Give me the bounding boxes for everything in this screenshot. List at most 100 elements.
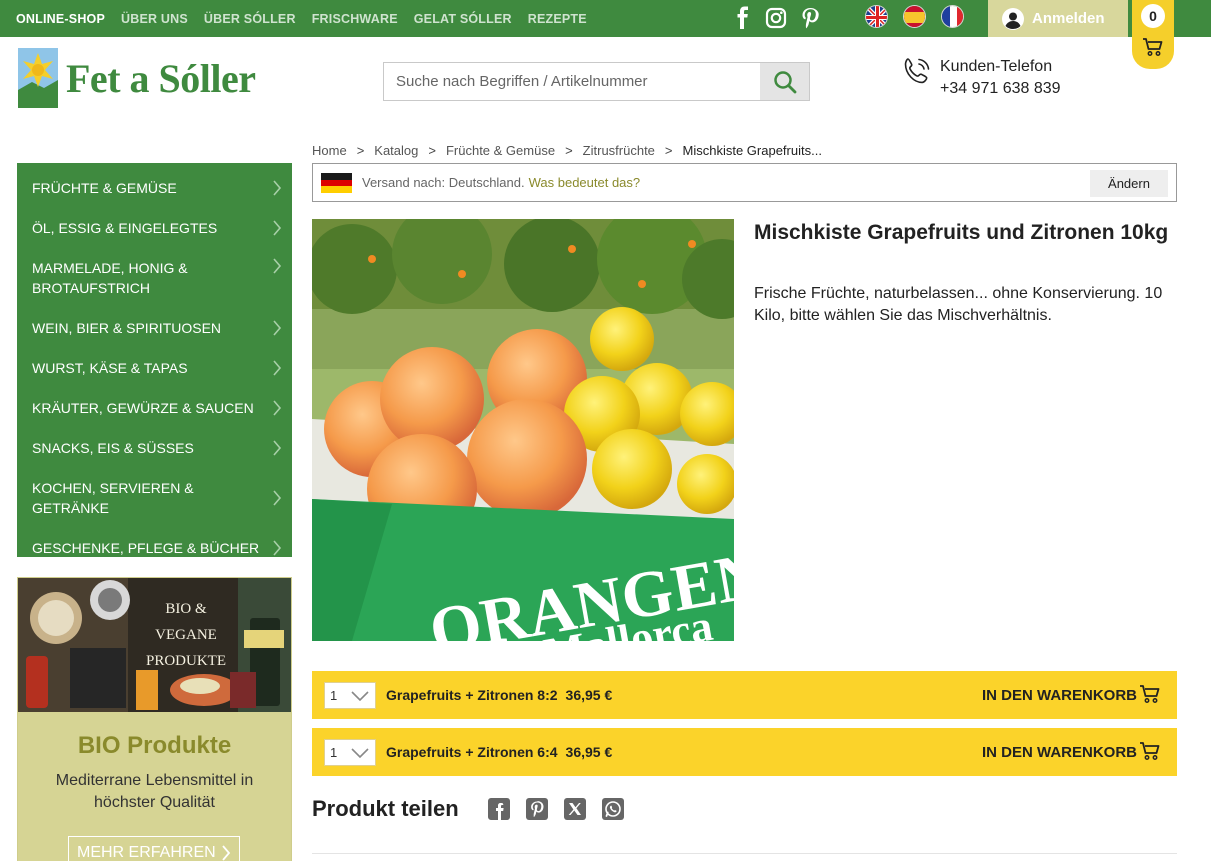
shipping-country-bar: Versand nach: Deutschland. Was bedeutet … [312, 163, 1177, 202]
change-country-button[interactable]: Ändern [1090, 170, 1168, 197]
cart-icon [1143, 38, 1163, 56]
login-label: Anmelden [1032, 10, 1105, 27]
sidebar-item-label: MARMELADE, HONIG & BROTAUFSTRICH [32, 260, 188, 296]
quantity-value: 1 [330, 687, 338, 703]
shipping-text: Versand nach: Deutschland. [362, 175, 525, 190]
chevron-right-icon [273, 360, 282, 376]
x-twitter-icon[interactable] [563, 797, 587, 821]
breadcrumb-separator: > [664, 143, 673, 158]
variant-row: 1 Grapefruits + Zitronen 6:4 36,95 € IN … [312, 728, 1177, 776]
logo-flower-icon [18, 48, 58, 108]
bio-promo-image: BIO & VEGANE PRODUKTE [18, 578, 291, 712]
quantity-select[interactable]: 1 [324, 681, 376, 709]
add-to-cart-button[interactable]: IN DEN WARENKORB [982, 744, 1137, 761]
bio-promo-title: BIO Produkte [77, 732, 232, 759]
phone-icon [904, 58, 930, 84]
topnav-ueber-soller[interactable]: ÜBER SÓLLER [204, 12, 296, 26]
shipping-info-link[interactable]: Was bedeutet das? [529, 175, 641, 190]
more-info-button[interactable]: MEHR ERFAHREN [68, 836, 240, 861]
chevron-right-icon [273, 540, 282, 556]
topnav-online-shop[interactable]: ONLINE-SHOP [16, 12, 105, 26]
flag-spain-icon[interactable] [903, 5, 926, 28]
phone-title: Kunden-Telefon [940, 58, 1053, 75]
bio-promo-text: Mediterrane Lebensmittel in höchster Qua… [55, 772, 254, 811]
sidebar-item-marmelade-honig[interactable]: MARMELADE, HONIG & BROTAUFSTRICH [17, 248, 292, 308]
top-navigation: ONLINE-SHOP ÜBER UNS ÜBER SÓLLER FRISCHW… [8, 0, 595, 37]
chevron-right-icon [273, 490, 282, 506]
product-title: Mischkiste Grapefruits und Zitronen 10kg [754, 221, 1169, 244]
more-info-label: MEHR ERFAHREN [77, 844, 216, 861]
breadcrumb-separator: > [428, 143, 436, 158]
breadcrumb-fruechte-gemuese[interactable]: Früchte & Gemüse [446, 143, 555, 158]
sidebar-item-wurst-kaese[interactable]: WURST, KÄSE & TAPAS [17, 348, 292, 388]
chevron-right-icon [273, 180, 282, 196]
instagram-icon[interactable] [764, 6, 788, 30]
add-to-cart-button[interactable]: IN DEN WARENKORB [982, 687, 1137, 704]
sidebar-item-kochen-servieren[interactable]: KOCHEN, SERVIEREN & GETRÄNKE [17, 468, 292, 528]
cart-icon[interactable] [1139, 741, 1161, 761]
flag-france-icon[interactable] [941, 5, 964, 28]
sidebar-item-label: KOCHEN, SERVIEREN & GETRÄNKE [32, 480, 194, 516]
flag-uk-icon[interactable] [865, 5, 888, 28]
variant-price: 36,95 € [565, 744, 613, 760]
variant-row: 1 Grapefruits + Zitronen 8:2 36,95 € IN … [312, 671, 1177, 719]
breadcrumb: Home > Katalog > Früchte & Gemüse > Zitrusf… [312, 143, 832, 158]
phone-number: +34 971 638 839 [940, 80, 1061, 97]
divider [312, 853, 1177, 854]
pinterest-icon[interactable] [525, 797, 549, 821]
top-bar: ONLINE-SHOP ÜBER UNS ÜBER SÓLLER FRISCHW… [0, 0, 1211, 37]
sidebar-item-kraeuter-gewuerze[interactable]: KRÄUTER, GEWÜRZE & SAUCEN [17, 388, 292, 428]
sidebar-item-label: WEIN, BIER & SPIRITUOSEN [32, 320, 222, 336]
sidebar-item-label: SNACKS, EIS & SÜSSES [32, 440, 194, 456]
sidebar-item-label: FRÜCHTE & GEMÜSE [32, 180, 177, 196]
cart-icon[interactable] [1139, 684, 1161, 704]
chevron-right-icon [273, 400, 282, 416]
share-label: Produkt teilen [312, 796, 459, 821]
product-image[interactable]: ORANGEN de Mallorca [312, 219, 734, 641]
whatsapp-icon[interactable] [601, 797, 625, 821]
topnav-frischware[interactable]: FRISCHWARE [312, 12, 398, 26]
chevron-down-icon [351, 690, 369, 701]
breadcrumb-current: Mischkiste Grapefruits... [682, 143, 822, 158]
facebook-icon[interactable] [487, 797, 511, 821]
sidebar-item-oel-essig[interactable]: ÖL, ESSIG & EINGELEGTES [17, 208, 292, 248]
variant-price: 36,95 € [565, 687, 613, 703]
sidebar-item-fruechte-gemuese[interactable]: FRÜCHTE & GEMÜSE [17, 168, 292, 208]
sidebar-item-label: GESCHENKE, PFLEGE & BÜCHER [32, 540, 260, 556]
chevron-right-icon [273, 440, 282, 456]
pinterest-icon[interactable] [798, 6, 822, 30]
breadcrumb-zitrusfruechte[interactable]: Zitrusfrüchte [583, 143, 655, 158]
search-input[interactable] [384, 63, 760, 100]
share-section: Produkt teilen [312, 796, 625, 822]
topnav-gelat-soller[interactable]: GELAT SÓLLER [414, 12, 512, 26]
login-button[interactable]: Anmelden [988, 0, 1128, 37]
bio-promo-image-caption: BIO & VEGANE PRODUKTE [145, 601, 226, 669]
cart-count: 0 [1141, 4, 1165, 28]
facebook-icon[interactable] [731, 6, 755, 30]
sidebar-item-geschenke-pflege[interactable]: GESCHENKE, PFLEGE & BÜCHER [17, 528, 292, 568]
bio-promo-box: BIO & VEGANE PRODUKTE BIO Produkte Medit… [17, 577, 292, 861]
customer-phone[interactable]: Kunden-Telefon +34 971 638 839 [902, 56, 1061, 100]
sidebar-item-wein-bier[interactable]: WEIN, BIER & SPIRITUOSEN [17, 308, 292, 348]
quantity-value: 1 [330, 744, 338, 760]
variant-name: Grapefruits + Zitronen 8:2 [386, 687, 558, 703]
chevron-right-icon [222, 845, 231, 861]
breadcrumb-home[interactable]: Home [312, 143, 347, 158]
breadcrumb-separator: > [565, 143, 573, 158]
logo[interactable]: Fet a Sóller [18, 47, 256, 109]
logo-text: Fet a Sóller [66, 55, 256, 101]
quantity-select[interactable]: 1 [324, 738, 376, 766]
chevron-right-icon [273, 320, 282, 336]
search-bar [383, 62, 810, 101]
product-description: Frische Früchte, naturbelassen... ohne K… [754, 285, 1163, 324]
user-icon [1002, 7, 1024, 30]
topnav-ueber-uns[interactable]: ÜBER UNS [121, 12, 188, 26]
search-icon [773, 70, 796, 93]
sidebar-item-label: WURST, KÄSE & TAPAS [32, 360, 188, 376]
search-button[interactable] [760, 63, 809, 100]
breadcrumb-katalog[interactable]: Katalog [374, 143, 418, 158]
flag-germany-icon [321, 172, 352, 193]
cart-button[interactable]: 0 [1132, 0, 1174, 69]
topnav-rezepte[interactable]: REZEPTE [528, 12, 587, 26]
sidebar-item-snacks-eis[interactable]: SNACKS, EIS & SÜSSES [17, 428, 292, 468]
